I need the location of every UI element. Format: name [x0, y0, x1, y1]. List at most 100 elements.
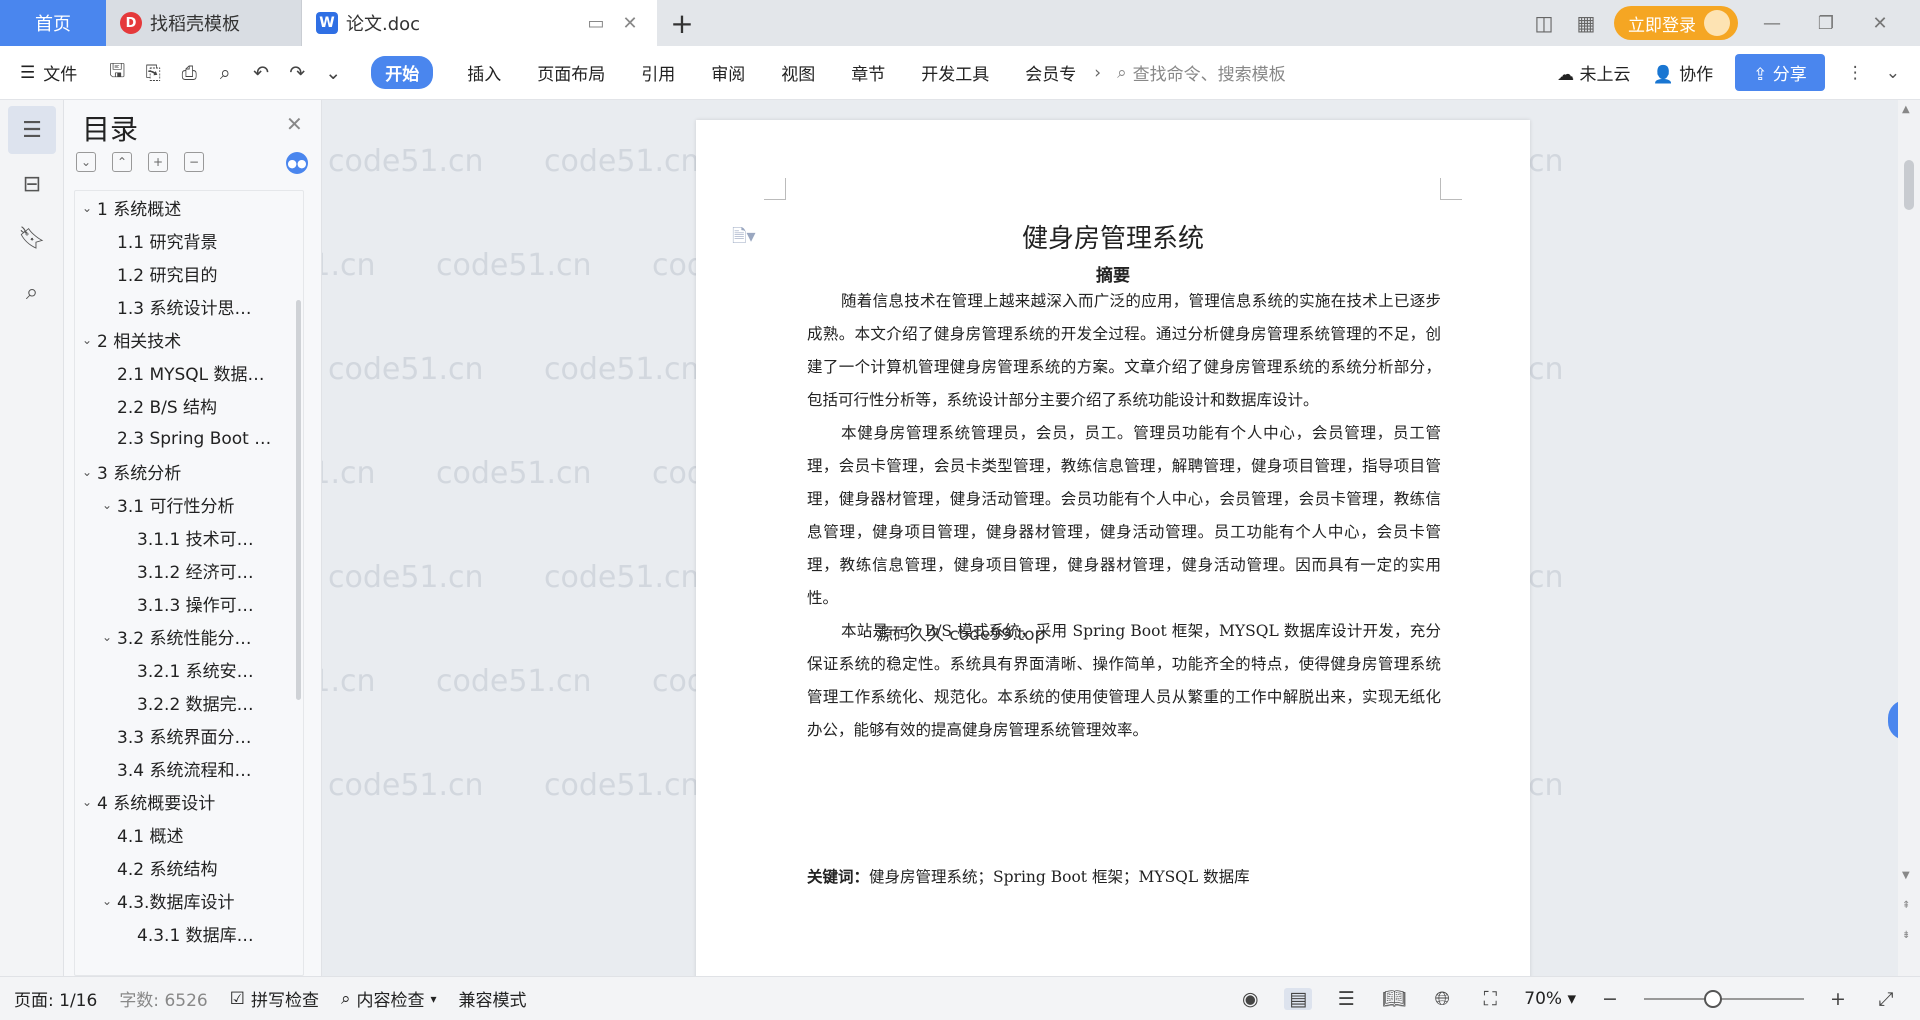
menu-review[interactable]: 审阅 — [693, 60, 763, 85]
toc-item[interactable]: ⌄ 4 系统概要设计 — [75, 785, 303, 818]
login-button[interactable]: 立即登录 — [1614, 6, 1738, 40]
menu-developer[interactable]: 开发工具 — [903, 60, 1007, 85]
toc-item[interactable]: 4.1 概述 — [75, 818, 303, 851]
menu-member[interactable]: 会员专 — [1007, 60, 1094, 85]
navigation-icon[interactable]: ⊟ — [8, 160, 56, 208]
save-icon[interactable]: 🖫 — [99, 57, 135, 89]
toc-item[interactable]: ⌄ 3 系统分析 — [75, 455, 303, 488]
toc-item[interactable]: 2.3 Spring Boot … — [75, 422, 303, 455]
zoom-slider-knob[interactable] — [1704, 989, 1722, 1008]
outline-view-icon[interactable]: ☰ — [1332, 988, 1360, 1010]
fit-page-icon[interactable]: ⛶ — [1476, 988, 1504, 1010]
expand-all-icon[interactable]: ⌄ — [76, 152, 96, 172]
toc-item[interactable]: ⌄ 4.3.数据库设计 — [75, 884, 303, 917]
scroll-thumb[interactable] — [1904, 160, 1914, 210]
collab-button[interactable]: 👤 协作 — [1653, 60, 1714, 85]
close-icon[interactable]: ✕ — [286, 112, 303, 136]
chevron-right-icon[interactable]: › — [1094, 63, 1101, 83]
zoom-level[interactable]: 70% ▾ — [1524, 989, 1576, 1009]
toc-item[interactable]: 2.2 B/S 结构 — [75, 389, 303, 422]
toc-item[interactable]: ⌄ 2 相关技术 — [75, 323, 303, 356]
screen-icon[interactable]: ▭ — [583, 13, 609, 34]
bookmark-icon[interactable]: 🔖︎ — [8, 214, 56, 262]
chevron-down-icon[interactable]: ⌄ — [77, 333, 97, 347]
toc-item[interactable]: 3.4 系统流程和… — [75, 752, 303, 785]
new-tab-button[interactable]: + — [657, 7, 707, 40]
toc-item[interactable]: ⌄ 3.2 系统性能分… — [75, 620, 303, 653]
web-view-icon[interactable]: 🌐︎ — [1428, 988, 1456, 1010]
toc-item[interactable]: 3.1.2 经济可… — [75, 554, 303, 587]
eye-protect-icon[interactable]: ◉ — [1236, 988, 1264, 1010]
spell-check-button[interactable]: ☑ 拼写检查 — [230, 986, 319, 1012]
search-icon[interactable]: ⌕ — [8, 268, 56, 316]
scroll-up-icon[interactable]: ▲ — [1902, 104, 1910, 115]
toc-item[interactable]: 3.1.3 操作可… — [75, 587, 303, 620]
collapse-all-icon[interactable]: ⌃ — [112, 152, 132, 172]
cloud-status[interactable]: ☁ 未上云 — [1557, 60, 1630, 85]
print-icon[interactable]: ⎙ — [171, 62, 207, 84]
apps-grid-icon[interactable]: ▦ — [1572, 11, 1600, 35]
word-count[interactable]: 字数: 6526 — [119, 986, 207, 1011]
toc-item[interactable]: ⌄ 3.1 可行性分析 — [75, 488, 303, 521]
toc-item[interactable]: 4.2 系统结构 — [75, 851, 303, 884]
page-indicator[interactable]: 页面: 1/16 — [14, 986, 97, 1011]
chevron-down-icon[interactable]: ⌄ — [97, 498, 117, 512]
close-window-icon[interactable]: ✕ — [1860, 13, 1900, 34]
remove-level-icon[interactable]: − — [184, 152, 204, 172]
zoom-in-icon[interactable]: + — [1824, 988, 1852, 1010]
toc-item[interactable]: 3.2.1 系统安… — [75, 653, 303, 686]
page-up-icon[interactable]: ⇞ — [1902, 900, 1910, 911]
page-view-icon[interactable]: ▤ — [1284, 987, 1313, 1010]
toc-item[interactable]: 3.1.1 技术可… — [75, 521, 303, 554]
add-level-icon[interactable]: + — [148, 152, 168, 172]
toc-item[interactable]: 1.1 研究背景 — [75, 224, 303, 257]
fullscreen-icon[interactable]: ⤢ — [1872, 988, 1900, 1010]
restore-icon[interactable]: ❐ — [1806, 13, 1846, 34]
command-search[interactable]: ⌕ 查找命令、搜索模板 — [1117, 60, 1286, 86]
collapse-ribbon-icon[interactable]: ⌄ — [1886, 63, 1900, 83]
chevron-down-icon[interactable]: ⌄ — [97, 630, 117, 644]
toc-panel-icon[interactable]: ☰ — [8, 106, 56, 154]
redo-icon[interactable]: ↷ — [279, 62, 315, 84]
toc-item[interactable]: 1.3 系统设计思… — [75, 290, 303, 323]
tab-daoke-templates[interactable]: D 找稻壳模板 — [106, 0, 302, 46]
menu-section[interactable]: 章节 — [833, 60, 903, 85]
toc-item[interactable]: ⌄ 1 系统概述 — [75, 191, 303, 224]
file-menu[interactable]: ☰ 文件 — [20, 60, 77, 86]
menu-page-layout[interactable]: 页面布局 — [519, 60, 623, 85]
chevron-down-icon[interactable]: ⌄ — [97, 894, 117, 908]
toc-scrollbar[interactable] — [296, 300, 301, 700]
zoom-out-icon[interactable]: − — [1596, 988, 1624, 1010]
menu-insert[interactable]: 插入 — [449, 60, 519, 85]
side-panel-toggle-icon[interactable]: ‹ — [1888, 700, 1898, 740]
zoom-slider[interactable] — [1644, 989, 1804, 1008]
export-icon[interactable]: ⎘ — [135, 62, 171, 84]
tab-home[interactable]: 首页 — [0, 0, 106, 46]
share-button[interactable]: ⇪ 分享 — [1735, 54, 1825, 91]
toc-item[interactable]: 1.2 研究目的 — [75, 257, 303, 290]
menu-home[interactable]: 开始 — [371, 56, 434, 89]
toc-item[interactable]: 2.1 MYSQL 数据… — [75, 356, 303, 389]
menu-references[interactable]: 引用 — [623, 60, 693, 85]
menu-view[interactable]: 视图 — [763, 60, 833, 85]
close-tab-icon[interactable]: ✕ — [617, 13, 643, 34]
toc-item[interactable]: 3.3 系统界面分… — [75, 719, 303, 752]
scroll-down-icon[interactable]: ▼ — [1902, 870, 1910, 881]
ai-assistant-icon[interactable]: ●● — [286, 152, 308, 174]
chevron-down-icon[interactable]: ⌄ — [315, 62, 351, 84]
undo-icon[interactable]: ↶ — [243, 62, 279, 84]
print-preview-icon[interactable]: ⌕ — [207, 62, 243, 84]
chevron-down-icon[interactable]: ⌄ — [77, 795, 97, 809]
minimize-icon[interactable]: — — [1752, 13, 1792, 34]
more-icon[interactable]: ⋮ — [1847, 63, 1864, 83]
chevron-down-icon[interactable]: ⌄ — [77, 201, 97, 215]
toc-item[interactable]: 4.3.1 数据库… — [75, 917, 303, 950]
chevron-down-icon[interactable]: ⌄ — [77, 465, 97, 479]
vertical-scrollbar[interactable]: ▲ ▼ ⇞ ⇟ — [1898, 100, 1920, 976]
toc-item[interactable]: 3.2.2 数据完… — [75, 686, 303, 719]
page-down-icon[interactable]: ⇟ — [1902, 930, 1910, 941]
tab-document[interactable]: W 论文.doc ▭ ✕ — [302, 0, 657, 46]
document-page[interactable]: 🗎▾ 健身房管理系统 摘要 随着信息技术在管理上越来越深入而广泛的应用，管理信息… — [696, 120, 1530, 976]
reading-view-icon[interactable]: 📖︎ — [1380, 987, 1408, 1010]
layout-icon[interactable]: ◫ — [1530, 11, 1558, 35]
